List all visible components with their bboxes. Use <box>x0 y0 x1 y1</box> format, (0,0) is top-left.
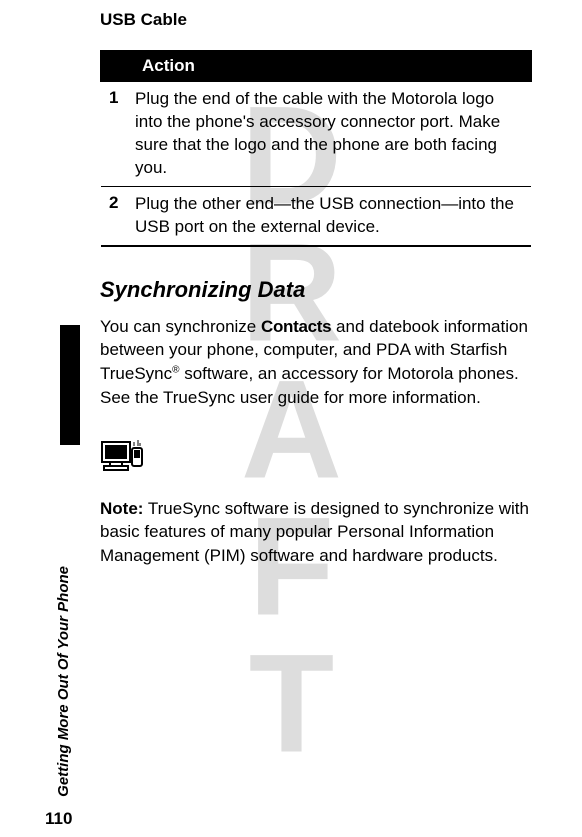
step-text: Plug the end of the cable with the Motor… <box>131 81 531 186</box>
table-row: 1 Plug the end of the cable with the Mot… <box>101 81 531 186</box>
side-black-tab <box>60 325 80 445</box>
action-header: Action <box>131 51 531 81</box>
para-sync-intro: You can synchronize Contacts and dateboo… <box>100 315 532 410</box>
body-paragraphs: You can synchronize Contacts and dateboo… <box>100 315 532 568</box>
step-text: Plug the other end—the USB connection—in… <box>131 186 531 245</box>
icon-paragraph-block <box>100 418 532 487</box>
para-note: Note: TrueSync software is designed to s… <box>100 497 532 568</box>
side-section-label: Getting More Out Of Your Phone <box>55 566 72 797</box>
note-label: Note: <box>100 499 143 518</box>
main-content: USB Cable Action 1 Plug the end of the c… <box>0 0 582 588</box>
registered-mark: ® <box>172 365 179 376</box>
section-title-usb-cable: USB Cable <box>100 10 532 30</box>
step-number: 1 <box>101 81 131 186</box>
computer-sync-icon <box>100 418 158 487</box>
action-header-spacer <box>101 51 131 81</box>
subheading-synchronizing-data: Synchronizing Data <box>100 277 532 303</box>
contacts-bold-word: Contacts <box>261 317 331 336</box>
step-number: 2 <box>101 186 131 245</box>
para-text: You can synchronize <box>100 317 261 336</box>
action-table: Action 1 Plug the end of the cable with … <box>100 50 532 247</box>
table-row: 2 Plug the other end—the USB connection—… <box>101 186 531 245</box>
page-number: 110 <box>45 809 72 829</box>
note-text: TrueSync software is designed to synchro… <box>100 499 529 566</box>
